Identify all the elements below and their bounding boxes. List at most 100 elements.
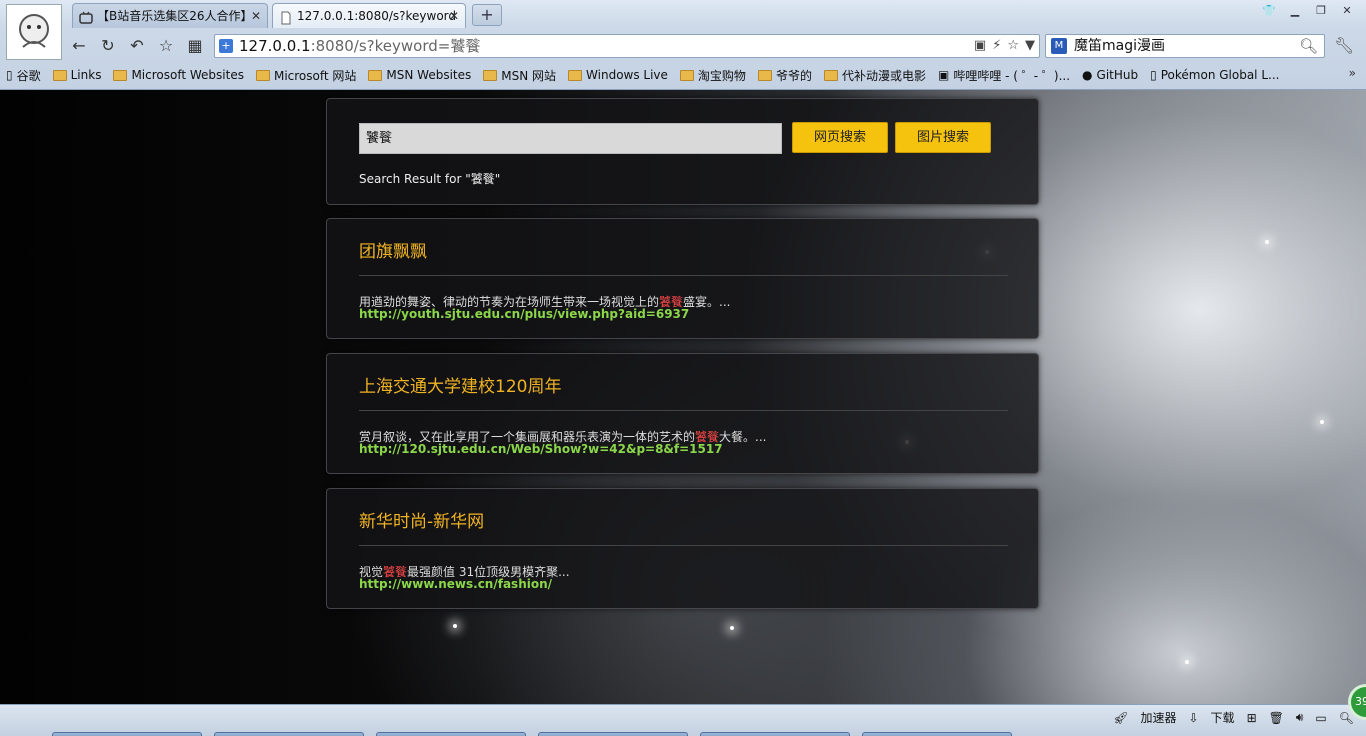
accelerator-icon[interactable]: 🚀︎: [1113, 711, 1128, 725]
background-sparkle: [730, 626, 734, 630]
search-engine-icon[interactable]: M: [1051, 38, 1067, 54]
folder-icon: [568, 69, 583, 81]
qr-code-icon[interactable]: ▣: [974, 35, 986, 57]
folder-icon: [679, 69, 694, 81]
taskbar-item[interactable]: [376, 732, 526, 736]
bookmark-item[interactable]: ▣ 哔哩哔哩 - ( ゜- ゜)...: [938, 65, 1070, 85]
bookmark-label: 淘宝购物: [697, 68, 746, 83]
result-title-link[interactable]: 上海交通大学建校120周年: [359, 372, 561, 397]
bookmark-label: 谷歌: [16, 68, 41, 83]
add-icon[interactable]: ⊞: [1247, 711, 1257, 725]
taskbar-item[interactable]: [538, 732, 688, 736]
folder-icon: [113, 69, 128, 81]
bookmark-label: GitHub: [1096, 68, 1139, 82]
result-url-link[interactable]: http://120.sjtu.edu.cn/Web/Show?w=42&p=8…: [359, 442, 723, 456]
window-icon[interactable]: ▭: [1315, 711, 1326, 725]
search-input[interactable]: 饕餮: [359, 123, 782, 154]
bookmark-item[interactable]: ▯ Pokémon Global L...: [1150, 65, 1279, 85]
bookmark-label: 代补动漫或电影: [841, 68, 926, 83]
result-title-link[interactable]: 新华时尚-新华网: [359, 507, 484, 532]
folder-icon: [255, 69, 270, 81]
back-icon[interactable]: ←: [68, 36, 90, 56]
status-bar: 🚀︎ 加速器 ⇩ 下载 ⊞ 🗑︎ 🔊︎ ▭ 🔍︎: [0, 704, 1366, 736]
star-icon[interactable]: ☆: [155, 36, 177, 56]
bookmark-label: MSN Websites: [386, 68, 472, 82]
bilibili-tab-icon: [79, 9, 93, 24]
bookmark-star-icon[interactable]: ☆: [1007, 35, 1019, 57]
wrench-icon[interactable]: 🔧︎: [1334, 36, 1354, 55]
bookmark-item[interactable]: Windows Live: [568, 65, 668, 85]
dropdown-arrow-icon[interactable]: ▼: [1025, 35, 1035, 57]
result-title-link[interactable]: 团旗飘飘: [359, 237, 427, 262]
status-tools: 🚀︎ 加速器 ⇩ 下载 ⊞ 🗑︎ 🔊︎ ▭ 🔍︎: [1113, 709, 1354, 726]
address-bar[interactable]: + 127.0.0.1:8080/s?keyword=饕餮 ▣ ⚡ ☆ ▼: [214, 34, 1040, 58]
taskbar-item[interactable]: [700, 732, 850, 736]
bookmark-item[interactable]: ● GitHub: [1082, 65, 1138, 85]
folder-icon: [823, 69, 838, 81]
bookmark-item[interactable]: 淘宝购物: [679, 65, 746, 85]
accelerator-label[interactable]: 加速器: [1140, 709, 1176, 726]
tab-bilibili[interactable]: 【B站音乐选集区26人合作】 ✕: [72, 3, 268, 28]
bookmark-label: Links: [70, 68, 102, 82]
background-sparkle: [1265, 240, 1269, 244]
close-icon[interactable]: ✕: [251, 4, 261, 28]
tab-search[interactable]: 127.0.0.1:8080/s?keyword ✕: [272, 3, 466, 28]
bilibili-icon: ▣: [937, 68, 950, 82]
bookmark-label: Pokémon Global L...: [1160, 68, 1280, 82]
bookmark-item[interactable]: MSN 网站: [483, 65, 556, 85]
bookmark-item[interactable]: 代补动漫或电影: [823, 65, 926, 85]
result-card: 新华时尚-新华网 视觉饕餮最强颜值 31位顶级男模齐聚... http://ww…: [326, 488, 1039, 609]
folder-icon: [368, 69, 383, 81]
volume-icon[interactable]: 🔊︎: [1296, 710, 1304, 725]
close-window-icon[interactable]: ✕: [1336, 2, 1358, 20]
folder-icon: [483, 69, 498, 81]
trash-icon[interactable]: 🗑︎: [1269, 711, 1284, 725]
result-divider: [359, 275, 1008, 276]
page-viewport: 饕餮 网页搜索 图片搜索 Search Result for "饕餮" 团旗飘飘…: [0, 90, 1366, 704]
bookmark-item[interactable]: Links: [52, 65, 102, 85]
apps-grid-icon[interactable]: ▦: [184, 36, 206, 56]
mascot-icon: [19, 14, 49, 48]
download-label[interactable]: 下载: [1211, 709, 1235, 726]
close-icon[interactable]: ✕: [449, 4, 459, 28]
bookmark-item[interactable]: Microsoft 网站: [255, 65, 356, 85]
address-host: 127.0.0.1: [239, 37, 311, 55]
new-tab-button[interactable]: +: [472, 4, 502, 26]
bookmark-item[interactable]: Microsoft Websites: [113, 65, 244, 85]
undo-icon[interactable]: ↶: [126, 36, 148, 56]
snippet-text: 大餐。...: [719, 430, 767, 444]
result-card: 团旗飘飘 用遒劲的舞姿、律动的节奏为在场师生带来一场视觉上的饕餮盛宴。... h…: [326, 218, 1039, 339]
web-search-button[interactable]: 网页搜索: [792, 122, 888, 153]
result-url-link[interactable]: http://www.news.cn/fashion/: [359, 577, 552, 591]
taskbar-item[interactable]: [214, 732, 364, 736]
bookmark-item[interactable]: 爷爷的: [757, 65, 812, 85]
taskbar-item[interactable]: [862, 732, 1012, 736]
minimize-icon[interactable]: ▁: [1284, 2, 1306, 20]
lightning-icon[interactable]: ⚡: [992, 35, 1001, 57]
bookmark-item[interactable]: MSN Websites: [368, 65, 471, 85]
search-engine-label: 魔笛magi漫画: [1074, 38, 1165, 54]
site-info-icon[interactable]: +: [219, 39, 233, 53]
bookmark-label: Microsoft Websites: [131, 68, 244, 82]
result-divider: [359, 545, 1008, 546]
result-summary: Search Result for "饕餮": [359, 172, 501, 186]
browser-search-box[interactable]: M 魔笛magi漫画 🔍︎: [1045, 34, 1325, 58]
page-icon: [279, 9, 293, 25]
more-bookmarks-button[interactable]: »: [1349, 66, 1356, 80]
result-divider: [359, 410, 1008, 411]
address-actions: ▣ ⚡ ☆ ▼: [974, 35, 1035, 57]
result-url-link[interactable]: http://youth.sjtu.edu.cn/plus/view.php?a…: [359, 307, 689, 321]
reload-icon[interactable]: ↻: [97, 36, 119, 56]
bookmark-item[interactable]: ▯ 谷歌: [6, 65, 41, 85]
background-sparkle: [1185, 660, 1189, 664]
maximize-icon[interactable]: ❐: [1310, 2, 1332, 20]
download-icon[interactable]: ⇩: [1188, 711, 1198, 725]
bookmark-label: 哔哩哔哩 - ( ゜- ゜)...: [953, 68, 1071, 83]
bookmark-label: 爷爷的: [775, 68, 812, 83]
taskbar-item[interactable]: [52, 732, 202, 736]
shirt-icon[interactable]: 👕: [1258, 2, 1280, 20]
image-search-button[interactable]: 图片搜索: [895, 122, 991, 153]
bookmark-label: MSN 网站: [501, 68, 557, 83]
search-icon[interactable]: 🔍︎: [1299, 35, 1318, 57]
bookmark-label: Windows Live: [586, 68, 668, 82]
